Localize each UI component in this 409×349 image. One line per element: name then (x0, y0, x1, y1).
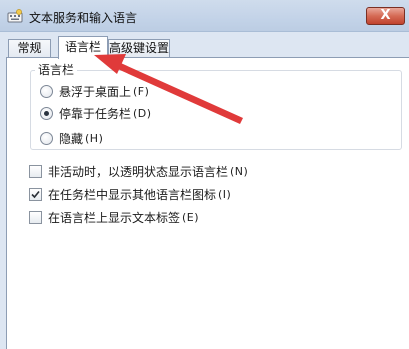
close-icon: X (380, 8, 391, 23)
checkbox-show-text-labels[interactable]: 在语言栏上显示文本标签 (E) (29, 209, 199, 225)
tab-advanced-key-settings[interactable]: 高级键设置 (108, 39, 170, 58)
radio-hotkey: (H) (85, 131, 104, 145)
checkbox-label: 非活动时，以透明状态显示语言栏 (48, 164, 229, 179)
tab-language-bar[interactable]: 语言栏 (58, 36, 108, 59)
radio-label: 悬浮于桌面上 (59, 84, 132, 99)
checkmark-icon (31, 190, 40, 198)
radio-hotkey: (D) (133, 106, 152, 120)
radio-button-checked[interactable] (40, 106, 53, 120)
checkbox-hotkey: (E) (182, 210, 200, 224)
radio-label: 隐藏 (59, 131, 84, 146)
window-title: 文本服务和输入语言 (29, 11, 138, 25)
radio-hotkey: (F) (133, 84, 150, 98)
radio-dock-in-taskbar[interactable]: 停靠于任务栏 (D) (40, 105, 152, 121)
radio-hidden[interactable]: 隐藏 (H) (40, 130, 103, 146)
checkbox[interactable] (29, 164, 42, 178)
tab-general-label: 常规 (17, 41, 42, 55)
checkbox-checked[interactable] (29, 187, 42, 201)
radio-label: 停靠于任务栏 (59, 106, 132, 121)
checkbox-show-extra-icons[interactable]: 在任务栏中显示其他语言栏图标 (I) (29, 186, 231, 202)
dialog-window: 文本服务和输入语言 X 常规 语言栏 高级键设置 语言栏 悬浮于桌面上 (F) … (0, 0, 409, 349)
title-bar[interactable]: 文本服务和输入语言 X (0, 0, 409, 32)
radio-button[interactable] (40, 131, 53, 145)
close-button[interactable]: X (366, 7, 405, 25)
checkbox-hotkey: (N) (230, 164, 249, 178)
checkbox-hotkey: (I) (218, 187, 232, 201)
checkbox-label: 在语言栏上显示文本标签 (48, 210, 181, 225)
tab-language-bar-label: 语言栏 (64, 40, 101, 54)
keyboard-icon (7, 9, 23, 23)
groupbox-title: 语言栏 (35, 63, 78, 77)
checkbox-label: 在任务栏中显示其他语言栏图标 (48, 187, 217, 202)
tab-strip: 常规 语言栏 高级键设置 (0, 32, 409, 59)
tab-advanced-key-settings-label: 高级键设置 (109, 41, 170, 55)
radio-button[interactable] (40, 84, 53, 98)
checkbox[interactable] (29, 210, 42, 224)
checkbox-transparent-when-inactive[interactable]: 非活动时，以透明状态显示语言栏 (N) (29, 163, 248, 179)
tab-general[interactable]: 常规 (8, 39, 51, 58)
radio-float-on-desktop[interactable]: 悬浮于桌面上 (F) (40, 83, 149, 99)
